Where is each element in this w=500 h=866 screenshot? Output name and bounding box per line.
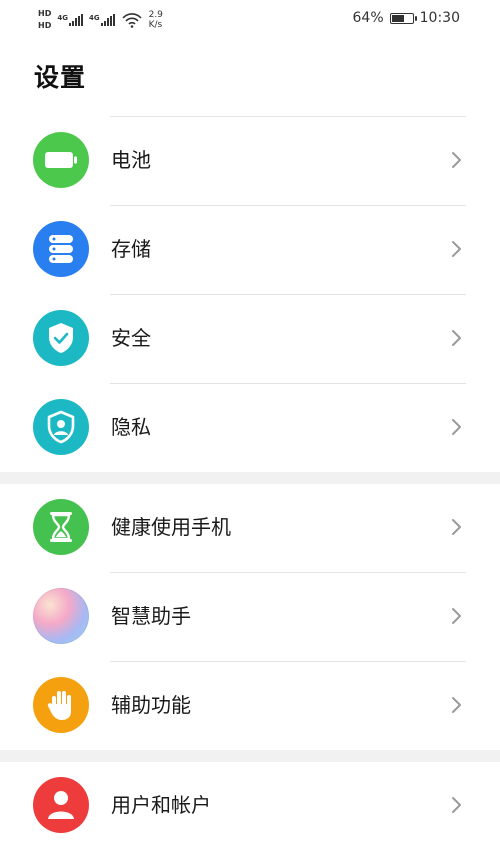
settings-item-label: 健康使用手机 (111, 515, 231, 539)
chevron-right-icon (446, 239, 466, 259)
settings-group: 电池 存储 安全 隐私 (0, 116, 500, 472)
divider (110, 116, 466, 117)
chevron-right-icon (446, 328, 466, 348)
divider (110, 294, 466, 295)
settings-item[interactable]: 电池 (0, 116, 500, 205)
settings-group: 用户和帐户 (0, 761, 500, 850)
settings-item[interactable]: 隐私 (0, 383, 500, 472)
chevron-right-icon (446, 150, 466, 170)
chevron-right-icon (446, 517, 466, 537)
settings-item-label: 隐私 (111, 415, 151, 439)
status-bar: HD HD 4G 4G 2.9 K/s 64% 10:30 (0, 0, 500, 40)
chevron-right-icon (446, 417, 466, 437)
chevron-right-icon (446, 795, 466, 815)
settings-item-label: 存储 (111, 237, 151, 261)
divider (110, 572, 466, 573)
status-left: HD HD 4G 4G 2.9 K/s (38, 6, 163, 34)
hand-icon (33, 677, 89, 733)
user-icon (33, 777, 89, 833)
settings-item-label: 辅助功能 (111, 693, 191, 717)
assistant-icon (33, 588, 89, 644)
battery-icon (33, 132, 89, 188)
settings-item[interactable]: 存储 (0, 205, 500, 294)
battery-status-icon (389, 12, 417, 24)
divider (110, 205, 466, 206)
settings-item[interactable]: 用户和帐户 (0, 761, 500, 850)
settings-item-label: 安全 (111, 326, 151, 350)
hd-badge-sim1: HD (38, 9, 52, 18)
chevron-right-icon (446, 695, 466, 715)
network-speed: 2.9 K/s (148, 10, 163, 30)
divider (110, 661, 466, 662)
privacy-icon (33, 399, 89, 455)
signal-sim2-icon: 4G (89, 14, 115, 26)
status-right: 64% 10:30 (353, 10, 460, 26)
divider (110, 383, 466, 384)
settings-group: 健康使用手机 智慧助手辅助功能 (0, 483, 500, 750)
chevron-right-icon (446, 606, 466, 626)
hd-badge-sim2: HD (38, 21, 52, 30)
settings-item[interactable]: 辅助功能 (0, 661, 500, 750)
clock: 10:30 (419, 10, 460, 26)
settings-item[interactable]: 安全 (0, 294, 500, 383)
settings-item[interactable]: 智慧助手 (0, 572, 500, 661)
shield-check-icon (33, 310, 89, 366)
settings-item[interactable]: 健康使用手机 (0, 483, 500, 572)
signal-sim1-icon: 4G (57, 14, 83, 26)
settings-item-label: 电池 (111, 148, 151, 172)
storage-icon (33, 221, 89, 277)
page-title: 设置 (34, 63, 87, 92)
battery-percent: 64% (352, 10, 384, 26)
wifi-icon (121, 13, 142, 28)
settings-item-label: 智慧助手 (111, 604, 191, 628)
hourglass-icon (33, 499, 89, 555)
settings-item-label: 用户和帐户 (111, 793, 211, 817)
